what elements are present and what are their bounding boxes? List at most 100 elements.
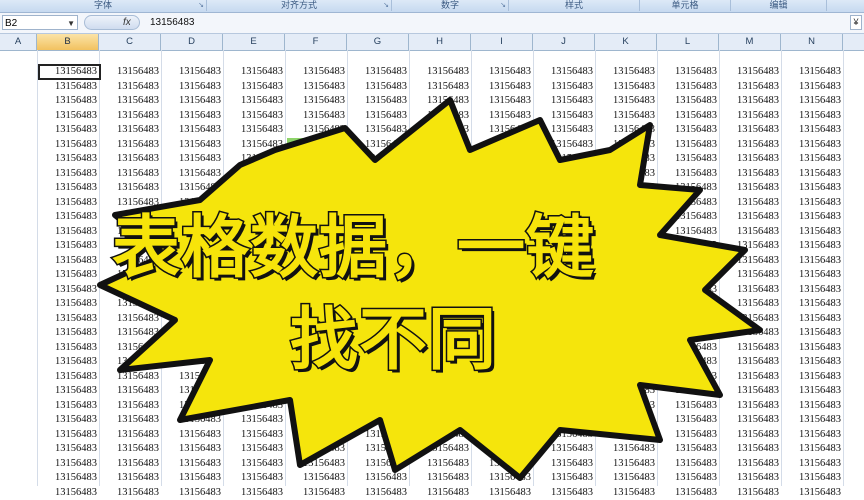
table-cell[interactable]: 13156483 — [659, 138, 720, 152]
table-cell[interactable]: 13156483 — [597, 283, 658, 297]
table-cell[interactable]: 13156483 — [225, 442, 286, 456]
table-cell[interactable]: 13156483 — [163, 138, 224, 152]
table-cell[interactable]: 13156483 — [101, 413, 162, 427]
table-cell[interactable]: 13156483 — [411, 384, 472, 398]
table-cell[interactable]: 13156483 — [39, 268, 100, 282]
table-cell[interactable]: 13156483 — [659, 326, 720, 340]
table-cell[interactable]: 13156483 — [783, 268, 844, 282]
table-cell[interactable]: 13156483 — [411, 80, 472, 94]
table-cell[interactable]: 13156483 — [535, 384, 596, 398]
table-cell[interactable]: 13156483 — [659, 94, 720, 108]
table-cell[interactable]: 13156483 — [473, 80, 534, 94]
formula-controls[interactable]: fx — [84, 15, 140, 30]
table-cell[interactable]: 13156483 — [411, 413, 472, 427]
table-cell[interactable]: 13156483 — [101, 457, 162, 471]
ribbon-group-font[interactable]: 字体 ↘ — [0, 0, 207, 11]
table-cell[interactable]: 13156483 — [287, 457, 348, 471]
table-cell[interactable]: 13156483 — [101, 326, 162, 340]
table-cell[interactable]: 13156483 — [659, 297, 720, 311]
table-cell[interactable]: 13156483 — [101, 370, 162, 384]
column-header-b[interactable]: B — [37, 34, 99, 50]
table-cell[interactable]: 13156483 — [225, 138, 286, 152]
table-cell[interactable]: 13156483 — [783, 486, 844, 500]
table-cell[interactable]: 13156483 — [101, 355, 162, 369]
table-cell[interactable]: 13156483 — [349, 167, 410, 181]
table-cell[interactable]: 13156483 — [473, 413, 534, 427]
table-cell[interactable]: 13156483 — [287, 65, 348, 79]
table-cell[interactable]: 13156483 — [535, 65, 596, 79]
table-cell[interactable]: 13156483 — [163, 457, 224, 471]
table-cell[interactable]: 13156483 — [411, 486, 472, 500]
table-cell[interactable]: 13156483 — [659, 181, 720, 195]
table-cell[interactable]: 13156483 — [659, 355, 720, 369]
table-cell[interactable]: 13156483 — [597, 312, 658, 326]
table-cell[interactable]: 13156483 — [783, 341, 844, 355]
table-cell[interactable]: 13156483 — [721, 152, 782, 166]
table-cell[interactable]: 13156483 — [411, 123, 472, 137]
table-cell[interactable]: 13156483 — [721, 486, 782, 500]
table-cell[interactable]: 13156483 — [597, 428, 658, 442]
column-header-d[interactable]: D — [161, 34, 223, 50]
table-cell[interactable]: 13156483 — [101, 138, 162, 152]
table-cell[interactable]: 13156483 — [411, 109, 472, 123]
table-cell[interactable]: 13156483 — [783, 80, 844, 94]
table-cell[interactable]: 13156483 — [287, 137, 348, 152]
table-cell[interactable]: 13156483 — [473, 152, 534, 166]
table-cell[interactable]: 13156483 — [659, 428, 720, 442]
table-cell[interactable]: 13156483 — [101, 312, 162, 326]
table-cell[interactable]: 13156483 — [721, 413, 782, 427]
column-header-g[interactable]: G — [347, 34, 409, 50]
table-cell[interactable]: 13156483 — [287, 152, 348, 166]
table-cell[interactable]: 13156483 — [473, 457, 534, 471]
table-cell[interactable]: 13156483 — [39, 239, 100, 253]
table-cell[interactable]: 13156483 — [287, 428, 348, 442]
ribbon-group-styles[interactable]: 样式 — [509, 0, 640, 11]
table-cell[interactable]: 13156483 — [101, 152, 162, 166]
table-cell[interactable]: 13156483 — [39, 428, 100, 442]
table-cell[interactable]: 13156483 — [39, 355, 100, 369]
table-cell[interactable]: 13156483 — [225, 471, 286, 485]
table-cell[interactable]: 13156483 — [597, 210, 658, 224]
table-cell[interactable]: 13156483 — [535, 471, 596, 485]
table-cell[interactable]: 13156483 — [473, 167, 534, 181]
table-cell[interactable]: 13156483 — [597, 239, 658, 253]
table-cell[interactable]: 13156483 — [535, 167, 596, 181]
table-cell[interactable]: 13156483 — [535, 109, 596, 123]
table-cell[interactable]: 13156483 — [597, 457, 658, 471]
table-cell[interactable]: 13156483 — [721, 138, 782, 152]
name-box[interactable]: B2 ▼ — [2, 15, 78, 30]
table-cell[interactable]: 13156483 — [39, 181, 100, 195]
table-cell[interactable]: 13156483 — [659, 210, 720, 224]
table-cell[interactable]: 13156483 — [535, 355, 596, 369]
table-cell[interactable]: 13156483 — [349, 428, 410, 442]
table-cell[interactable]: 13156483 — [473, 399, 534, 413]
table-cell[interactable]: 13156483 — [225, 413, 286, 427]
table-cell[interactable]: 13156483 — [163, 326, 224, 340]
table-cell[interactable]: 13156483 — [163, 442, 224, 456]
table-cell[interactable]: 13156483 — [597, 297, 658, 311]
table-cell[interactable]: 13156483 — [349, 442, 410, 456]
formula-input[interactable]: 13156483 — [150, 15, 195, 30]
table-cell[interactable]: 13156483 — [597, 384, 658, 398]
table-cell[interactable]: 13156483 — [597, 181, 658, 195]
table-cell[interactable]: 13156483 — [411, 138, 472, 152]
table-cell[interactable]: 13156483 — [349, 486, 410, 500]
table-cell[interactable]: 13156483 — [225, 297, 286, 311]
table-cell[interactable]: 13156483 — [721, 312, 782, 326]
table-cell[interactable]: 13156483 — [163, 109, 224, 123]
table-cell[interactable]: 13156483 — [659, 196, 720, 210]
dialog-launcher-icon[interactable]: ↘ — [198, 1, 204, 11]
table-cell[interactable]: 13156483 — [225, 370, 286, 384]
table-cell[interactable]: 13156483 — [163, 167, 224, 181]
table-cell[interactable]: 13156483 — [349, 80, 410, 94]
column-header-m[interactable]: M — [719, 34, 781, 50]
table-cell[interactable]: 13156483 — [163, 297, 224, 311]
table-cell[interactable]: 13156483 — [349, 123, 410, 137]
table-cell[interactable]: 13156483 — [597, 341, 658, 355]
table-cell[interactable]: 13156483 — [721, 123, 782, 137]
table-cell[interactable]: 13156483 — [535, 80, 596, 94]
table-cell[interactable]: 13156483 — [163, 94, 224, 108]
table-cell[interactable]: 13156483 — [163, 384, 224, 398]
table-cell[interactable]: 13156483 — [597, 65, 658, 79]
table-cell[interactable]: 13156483 — [39, 196, 100, 210]
